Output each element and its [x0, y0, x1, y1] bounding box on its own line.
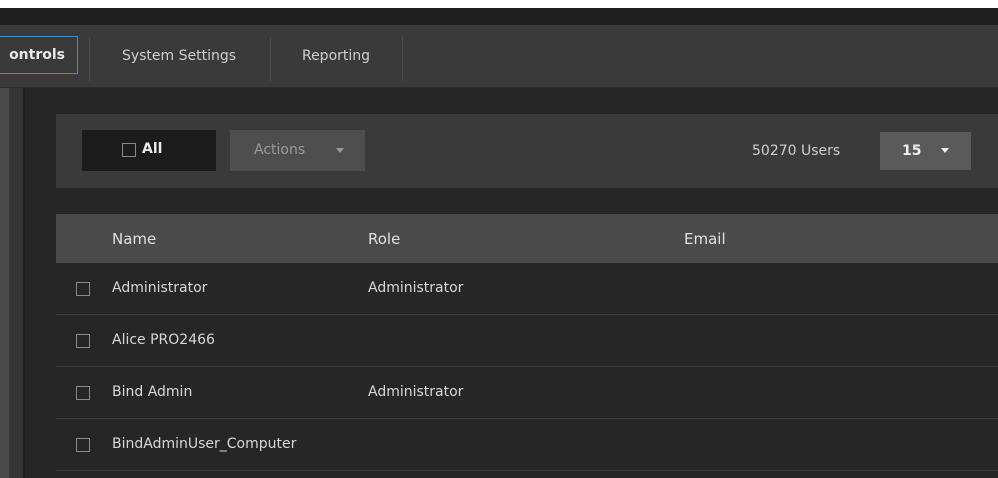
row-checkbox[interactable] — [76, 282, 90, 296]
column-header-email[interactable]: Email — [684, 230, 726, 248]
column-header-role[interactable]: Role — [368, 230, 400, 248]
select-all-label: All — [142, 141, 163, 157]
column-header-name[interactable]: Name — [112, 230, 156, 248]
tab-system-settings[interactable]: System Settings — [90, 34, 268, 78]
chevron-down-icon — [336, 148, 344, 153]
table-row[interactable]: Administrator Administrator — [56, 264, 998, 315]
sidebar — [0, 88, 9, 478]
user-name[interactable]: Alice PRO2466 — [112, 332, 215, 348]
row-checkbox[interactable] — [76, 386, 90, 400]
per-page-dropdown[interactable]: 15 — [880, 132, 971, 170]
top-bar — [0, 8, 998, 25]
table-row[interactable]: Bind Admin Administrator — [56, 368, 998, 419]
table-row[interactable]: Alice PRO2466 — [56, 316, 998, 367]
actions-dropdown[interactable]: Actions — [230, 130, 365, 171]
table-header: Name Role Email — [56, 214, 998, 263]
tab-controls[interactable]: ontrols — [0, 36, 78, 74]
tab-divider — [402, 37, 403, 81]
tab-bar: ontrols System Settings Reporting — [0, 25, 998, 88]
user-count: 50270 Users — [752, 143, 841, 159]
per-page-value: 15 — [902, 143, 922, 159]
select-all-control[interactable]: All — [82, 130, 216, 171]
row-checkbox[interactable] — [76, 334, 90, 348]
user-name[interactable]: Administrator — [112, 280, 207, 296]
user-role: Administrator — [368, 384, 464, 400]
row-checkbox[interactable] — [76, 438, 90, 452]
sidebar-gutter — [9, 88, 23, 478]
chevron-down-icon — [941, 148, 949, 153]
app-frame: ontrols System Settings Reporting All Ac… — [0, 0, 998, 478]
actions-label: Actions — [254, 142, 306, 158]
table-row[interactable]: BindAdminUser_Computer — [56, 420, 998, 471]
user-name[interactable]: Bind Admin — [112, 384, 192, 400]
select-all-checkbox[interactable] — [122, 143, 136, 157]
user-role: Administrator — [368, 280, 464, 296]
tab-reporting[interactable]: Reporting — [271, 34, 401, 78]
user-name[interactable]: BindAdminUser_Computer — [112, 436, 296, 452]
